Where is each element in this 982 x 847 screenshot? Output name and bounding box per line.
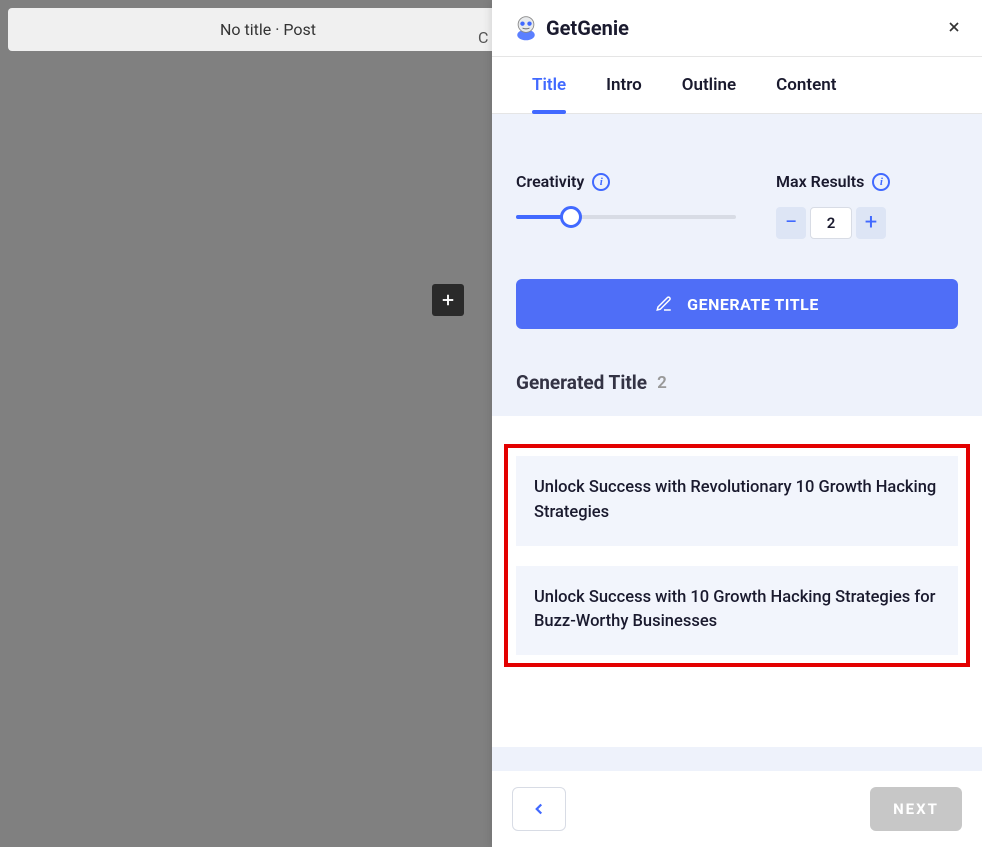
panel-body: Creativity i Max Results i	[492, 114, 982, 771]
getgenie-panel: GetGenie Title Intro Outline Content Cre…	[492, 0, 982, 847]
decrement-button[interactable]: −	[776, 207, 806, 239]
info-icon[interactable]: i	[872, 173, 890, 191]
result-item[interactable]: Unlock Success with Revolutionary 10 Gro…	[516, 456, 958, 546]
tab-content[interactable]: Content	[776, 75, 836, 113]
tabs: Title Intro Outline Content	[492, 57, 982, 114]
back-button[interactable]	[512, 787, 566, 831]
pencil-icon	[655, 295, 673, 313]
tab-intro[interactable]: Intro	[606, 75, 642, 113]
increment-button[interactable]: +	[856, 207, 886, 239]
next-button[interactable]: NEXT	[870, 787, 962, 831]
genie-logo-icon	[512, 14, 540, 42]
controls-section: Creativity i Max Results i	[492, 114, 982, 261]
result-item[interactable]: Unlock Success with 10 Growth Hacking St…	[516, 566, 958, 656]
close-button[interactable]	[942, 16, 966, 41]
max-results-stepper: − +	[776, 207, 958, 239]
add-block-button[interactable]	[432, 284, 464, 316]
highlight-box: Unlock Success with Revolutionary 10 Gro…	[504, 444, 970, 667]
slider-thumb[interactable]	[560, 206, 582, 228]
creativity-slider[interactable]	[516, 207, 736, 227]
generate-button-label: GENERATE TITLE	[687, 295, 819, 314]
close-icon	[946, 19, 962, 35]
tab-title[interactable]: Title	[532, 75, 566, 113]
logo: GetGenie	[512, 14, 629, 42]
chevron-left-icon	[530, 800, 548, 818]
plus-icon	[439, 291, 457, 309]
max-results-label: Max Results	[776, 172, 864, 191]
tab-outline[interactable]: Outline	[682, 75, 736, 113]
max-results-input[interactable]	[810, 207, 852, 239]
generate-title-button[interactable]: GENERATE TITLE	[516, 279, 958, 329]
generated-count: 2	[657, 373, 667, 393]
post-title-tab[interactable]: No title · Post	[8, 8, 528, 51]
logo-text: GetGenie	[546, 16, 629, 40]
info-icon[interactable]: i	[592, 173, 610, 191]
max-results-control: Max Results i − +	[776, 172, 958, 239]
panel-header: GetGenie	[492, 0, 982, 57]
generated-title-label: Generated Title	[516, 371, 647, 394]
creativity-control: Creativity i	[516, 172, 736, 239]
partial-text: C	[478, 28, 488, 47]
creativity-label: Creativity	[516, 172, 584, 191]
panel-footer: NEXT	[492, 771, 982, 847]
results-section: Unlock Success with Revolutionary 10 Gro…	[492, 416, 982, 747]
generated-header: Generated Title 2	[492, 329, 982, 416]
